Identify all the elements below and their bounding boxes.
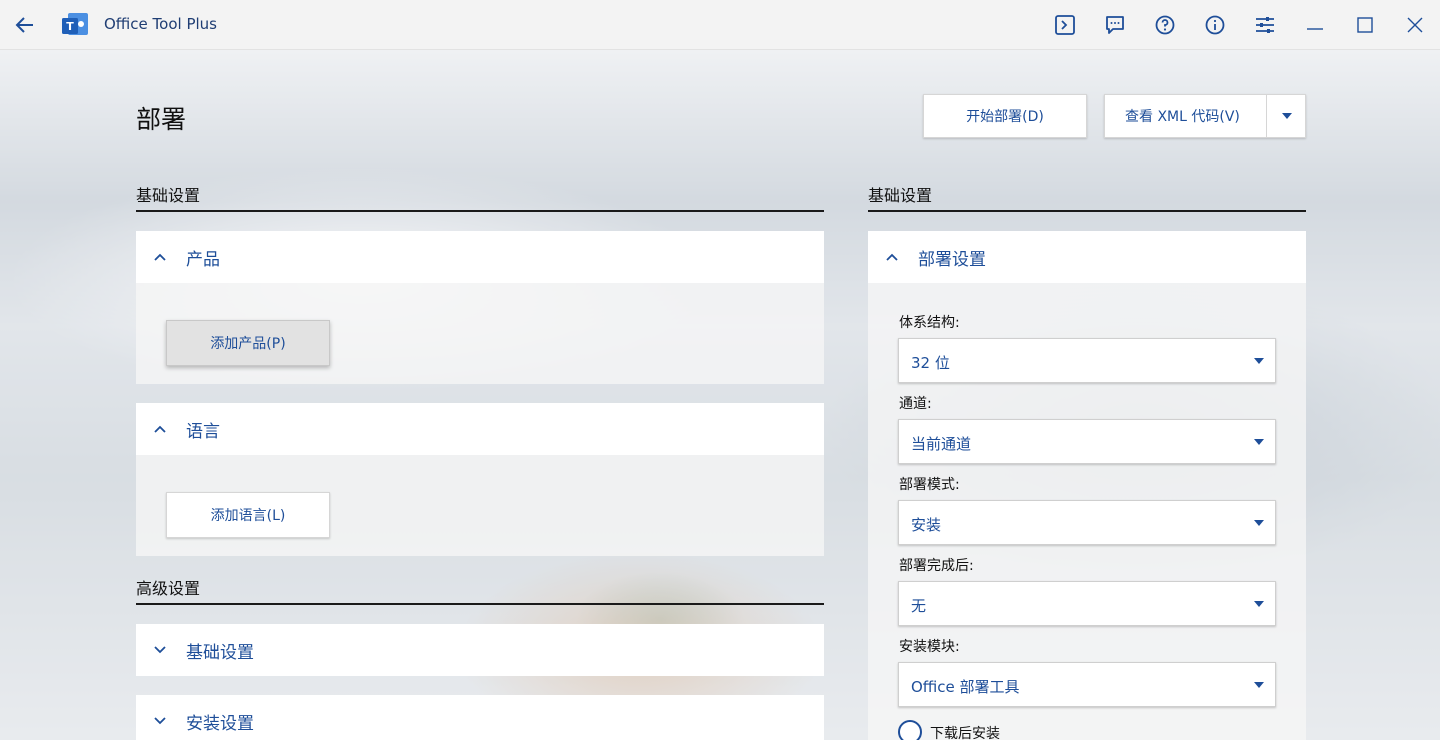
info-icon (1205, 15, 1225, 35)
install-module-label: 安装模块: (899, 639, 960, 655)
close-button[interactable] (1398, 8, 1432, 42)
deploy-settings-panel-title: 部署设置 (918, 249, 986, 270)
architecture-label: 体系结构: (899, 315, 960, 331)
feedback-button[interactable] (1098, 8, 1132, 42)
chat-icon (1106, 16, 1124, 34)
basic-settings-section-header: 基础设置 (136, 182, 824, 212)
help-button[interactable] (1148, 8, 1182, 42)
question-icon (1155, 15, 1175, 35)
channel-select[interactable]: 当前通道 (898, 419, 1276, 464)
chevron-down-icon (152, 713, 168, 729)
advanced-settings-section-label: 高级设置 (136, 579, 201, 598)
advanced-settings-section-header: 高级设置 (136, 575, 824, 605)
start-deploy-button[interactable]: 开始部署(D) (923, 94, 1087, 138)
caret-down-icon (1282, 113, 1292, 119)
deploy-settings-panel-header[interactable]: 部署设置 (868, 231, 1306, 283)
product-panel-header[interactable]: 产品 (136, 231, 824, 283)
right-basic-section-header: 基础设置 (868, 182, 1306, 212)
language-panel-header[interactable]: 语言 (136, 403, 824, 455)
caret-down-icon (1254, 358, 1264, 364)
add-language-label: 添加语言(L) (210, 508, 286, 524)
right-basic-section-label: 基础设置 (868, 186, 933, 205)
channel-label: 通道: (899, 396, 932, 412)
app-logo: T (58, 8, 92, 42)
install-settings-panel-header[interactable]: 安装设置 (136, 695, 824, 740)
deploy-mode-select[interactable]: 安装 (898, 500, 1276, 545)
view-xml-label: 查看 XML 代码(V) (1125, 109, 1240, 125)
sliders-icon (1256, 17, 1274, 33)
console-button[interactable] (1048, 8, 1082, 42)
chevron-up-icon (884, 249, 900, 265)
arrow-left-icon (15, 17, 33, 33)
after-deploy-value: 无 (911, 597, 927, 615)
app-window: T Office Tool Plus 部署 开始部署(D) 查看 XML 代码(… (0, 0, 1440, 740)
after-deploy-select[interactable]: 无 (898, 581, 1276, 626)
channel-value: 当前通道 (911, 435, 972, 453)
caret-down-icon (1254, 520, 1264, 526)
settings-button[interactable] (1248, 8, 1282, 42)
terminal-icon (1055, 15, 1075, 35)
minimize-icon (1307, 28, 1323, 30)
maximize-button[interactable] (1348, 8, 1382, 42)
basic-settings-section-label: 基础设置 (136, 186, 201, 205)
maximize-icon (1357, 17, 1373, 33)
architecture-select[interactable]: 32 位 (898, 338, 1276, 383)
install-settings-panel-title: 安装设置 (186, 713, 254, 734)
office-tool-plus-logo-icon: T (62, 13, 88, 35)
chevron-down-icon (152, 642, 168, 658)
install-module-value: Office 部署工具 (911, 678, 1020, 696)
title-bar: T Office Tool Plus (0, 0, 1440, 50)
product-panel-title: 产品 (186, 249, 220, 270)
architecture-value: 32 位 (911, 354, 950, 372)
minimize-button[interactable] (1298, 8, 1332, 42)
advanced-basic-panel-header[interactable]: 基础设置 (136, 624, 824, 676)
caret-down-icon (1254, 439, 1264, 445)
add-product-button[interactable]: 添加产品(P) (166, 320, 330, 366)
info-button[interactable] (1198, 8, 1232, 42)
caret-down-icon (1254, 601, 1264, 607)
after-deploy-label: 部署完成后: (899, 558, 974, 574)
caret-down-icon (1254, 682, 1264, 688)
chevron-up-icon (152, 421, 168, 437)
svg-text:T: T (66, 20, 74, 33)
back-button[interactable] (8, 8, 42, 42)
deploy-mode-value: 安装 (911, 516, 942, 534)
advanced-basic-panel-title: 基础设置 (186, 642, 254, 663)
app-title: Office Tool Plus (104, 15, 217, 33)
chevron-up-icon (152, 249, 168, 265)
close-icon (1407, 17, 1423, 33)
start-deploy-label: 开始部署(D) (966, 109, 1044, 125)
language-panel-title: 语言 (186, 421, 220, 442)
view-xml-dropdown-button[interactable] (1266, 94, 1307, 138)
install-module-select[interactable]: Office 部署工具 (898, 662, 1276, 707)
install-after-download-radio[interactable] (898, 720, 922, 740)
deploy-mode-label: 部署模式: (899, 477, 960, 493)
page-title: 部署 (136, 105, 187, 134)
install-after-download-label: 下载后安装 (930, 726, 1000, 740)
add-language-button[interactable]: 添加语言(L) (166, 492, 330, 538)
add-product-label: 添加产品(P) (210, 336, 286, 352)
